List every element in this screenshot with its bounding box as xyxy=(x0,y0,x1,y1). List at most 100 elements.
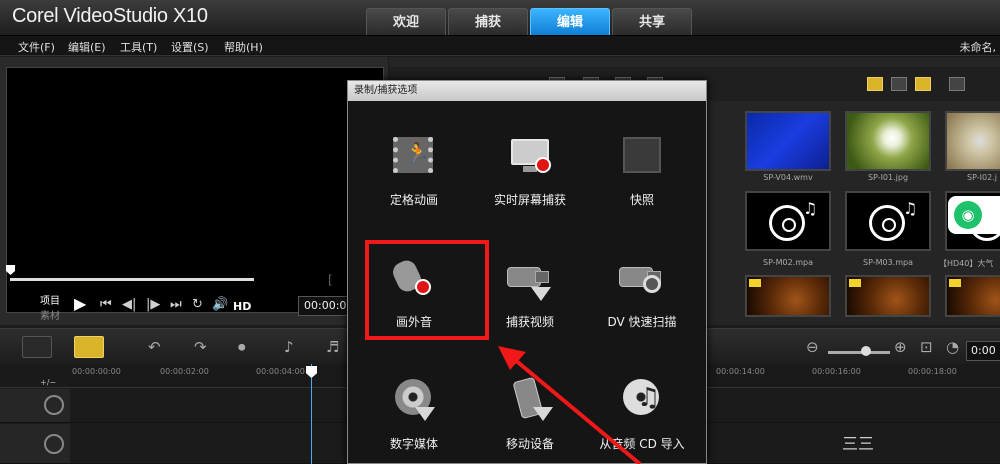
redo-icon[interactable]: ↷ xyxy=(194,338,207,356)
thumbnail-sp-i02[interactable] xyxy=(945,111,1000,171)
option-label: 实时屏幕捕获 xyxy=(493,193,566,207)
zoom-slider-handle[interactable] xyxy=(861,346,871,356)
option-label: 快照 xyxy=(629,193,654,207)
title-bar: Corel VideoStudio X10 欢迎 捕获 编辑 共享 xyxy=(0,0,1000,36)
option-dv-quick-scan[interactable]: DV 快速扫描 xyxy=(584,243,700,353)
video-track-header[interactable] xyxy=(0,389,70,423)
ruler-mark: 00:00:02:00 xyxy=(160,367,209,376)
end-icon[interactable]: ⏭ xyxy=(170,297,182,312)
voice-over-icon xyxy=(389,255,439,301)
zoom-slider[interactable] xyxy=(828,351,890,354)
mark-in-icon[interactable]: [ xyxy=(328,273,333,287)
music-note-icon: ♫ xyxy=(903,199,918,218)
screen-capture-icon xyxy=(505,133,555,179)
option-label: DV 快速扫描 xyxy=(607,315,677,329)
hd-preview-button[interactable]: HD xyxy=(233,300,251,313)
record-capture-icon[interactable]: ⏺ xyxy=(238,338,246,356)
thumbnail-row3-3[interactable] xyxy=(945,275,1000,317)
option-screen-capture[interactable]: 实时屏幕捕获 xyxy=(472,121,588,231)
thumbnail-sp-m03[interactable]: ♫ xyxy=(845,191,931,251)
tab-capture[interactable]: 捕获 xyxy=(448,8,528,35)
storyboard-view-button[interactable] xyxy=(22,336,52,358)
favorite-badge xyxy=(849,279,861,287)
network-widget[interactable]: ◉ xyxy=(948,196,1000,234)
favorite-badge xyxy=(749,279,761,287)
preview-panel: [ ] 项目 素材 ▶ ⏮ ◀| |▶ ⏭ ↻ 🔊 HD 00:00:05 xyxy=(0,57,388,325)
next-frame-icon[interactable]: |▶ xyxy=(146,297,160,312)
auto-music-icon[interactable]: ♬ xyxy=(326,338,339,356)
tab-share[interactable]: 共享 xyxy=(612,8,692,35)
corner-watermark: 三三 xyxy=(842,434,875,453)
wifi-icon: ◉ xyxy=(954,201,982,229)
fit-project-icon[interactable]: ⊡ xyxy=(920,338,933,356)
film-reel-icon xyxy=(44,395,64,415)
audio-disc-icon xyxy=(769,205,805,241)
option-label: 定格动画 xyxy=(389,193,438,207)
film-reel-icon xyxy=(44,434,64,454)
menu-edit[interactable]: 编辑(E) xyxy=(68,39,106,55)
zoom-in-icon[interactable]: ⊕ xyxy=(894,338,907,356)
volume-icon[interactable]: 🔊 xyxy=(212,297,228,312)
thumbnail-row3-2[interactable] xyxy=(845,275,931,317)
list-view-icon[interactable] xyxy=(891,77,907,91)
ruler-mark: 00:00:18:00 xyxy=(908,367,957,376)
option-digital-media[interactable]: 数字媒体 xyxy=(356,365,472,464)
mode-clip-label[interactable]: 素材 xyxy=(40,307,60,322)
annotation-arrow-icon xyxy=(498,346,642,464)
scrub-bar[interactable] xyxy=(10,278,254,281)
workspace-tabs: 欢迎 捕获 编辑 共享 xyxy=(366,8,692,35)
audio-disc-icon xyxy=(869,205,905,241)
dv-scan-icon xyxy=(617,255,667,301)
track-manager-label[interactable]: +/− xyxy=(40,378,56,387)
tab-edit[interactable]: 编辑 xyxy=(530,8,610,35)
capture-video-icon xyxy=(505,255,555,301)
thumbnail-label: 【HD40】大气 xyxy=(939,259,994,268)
project-duration-icon[interactable]: ◔ xyxy=(946,338,959,356)
undo-icon[interactable]: ↶ xyxy=(148,338,161,356)
home-icon[interactable]: ⏮ xyxy=(100,297,112,312)
thumbnail-label: SP-I01.jpg xyxy=(867,173,909,182)
sort-icon[interactable] xyxy=(949,77,965,91)
ruler-mark: 00:00:14:00 xyxy=(716,367,765,376)
option-stop-motion[interactable]: 🏃 定格动画 xyxy=(356,121,472,231)
repeat-icon[interactable]: ↻ xyxy=(192,297,203,312)
timeline-view-button[interactable] xyxy=(74,336,104,358)
option-label: 数字媒体 xyxy=(389,437,438,451)
digital-media-icon xyxy=(389,377,439,423)
overlay-track-header[interactable] xyxy=(0,424,70,464)
ruler-mark: 00:00:04:00 xyxy=(256,367,305,376)
stop-motion-icon: 🏃 xyxy=(389,133,439,179)
menu-tools[interactable]: 工具(T) xyxy=(120,39,157,55)
timeline-timecode[interactable]: 0:00 xyxy=(966,341,1000,361)
tab-welcome[interactable]: 欢迎 xyxy=(366,8,446,35)
playhead[interactable] xyxy=(311,364,312,464)
favorite-badge xyxy=(949,279,961,287)
thumbnail-sp-v04[interactable] xyxy=(745,111,831,171)
option-snapshot[interactable]: 快照 xyxy=(584,121,700,231)
thumbnail-sp-m02[interactable]: ♫ xyxy=(745,191,831,251)
snapshot-icon xyxy=(617,133,667,179)
play-icon[interactable]: ▶ xyxy=(74,294,86,313)
thumbnail-view-icon[interactable] xyxy=(867,77,883,91)
thumbnail-label: SP-M03.mpa xyxy=(862,258,913,267)
option-voice-over[interactable]: 画外音 xyxy=(356,243,472,353)
menu-file[interactable]: 文件(F) xyxy=(18,39,55,55)
app-brand: Corel VideoStudio X10 xyxy=(12,5,208,27)
menu-bar: 文件(F) 编辑(E) 工具(T) 设置(S) 帮助(H) 未命名, xyxy=(0,36,1000,56)
option-capture-video[interactable]: 捕获视频 xyxy=(472,243,588,353)
previous-frame-icon[interactable]: ◀| xyxy=(122,297,136,312)
menu-help[interactable]: 帮助(H) xyxy=(224,39,263,55)
menu-settings[interactable]: 设置(S) xyxy=(171,39,209,55)
audio-mixer-icon[interactable]: ♪ xyxy=(284,338,294,356)
mode-project-label[interactable]: 项目 xyxy=(40,292,60,307)
thumbnail-sp-i01[interactable] xyxy=(845,111,931,171)
thumbnail-row3-1[interactable] xyxy=(745,275,831,317)
thumbnail-label: SP-I02.j xyxy=(967,173,997,182)
grid-view-icon[interactable] xyxy=(915,77,931,91)
option-label: 画外音 xyxy=(395,315,432,329)
zoom-out-icon[interactable]: ⊖ xyxy=(806,338,819,356)
dialog-title: 录制/捕获选项 xyxy=(348,81,706,101)
project-name: 未命名, xyxy=(959,41,997,54)
music-note-icon: ♫ xyxy=(803,199,818,218)
ruler-mark: 00:00:00:00 xyxy=(72,367,121,376)
